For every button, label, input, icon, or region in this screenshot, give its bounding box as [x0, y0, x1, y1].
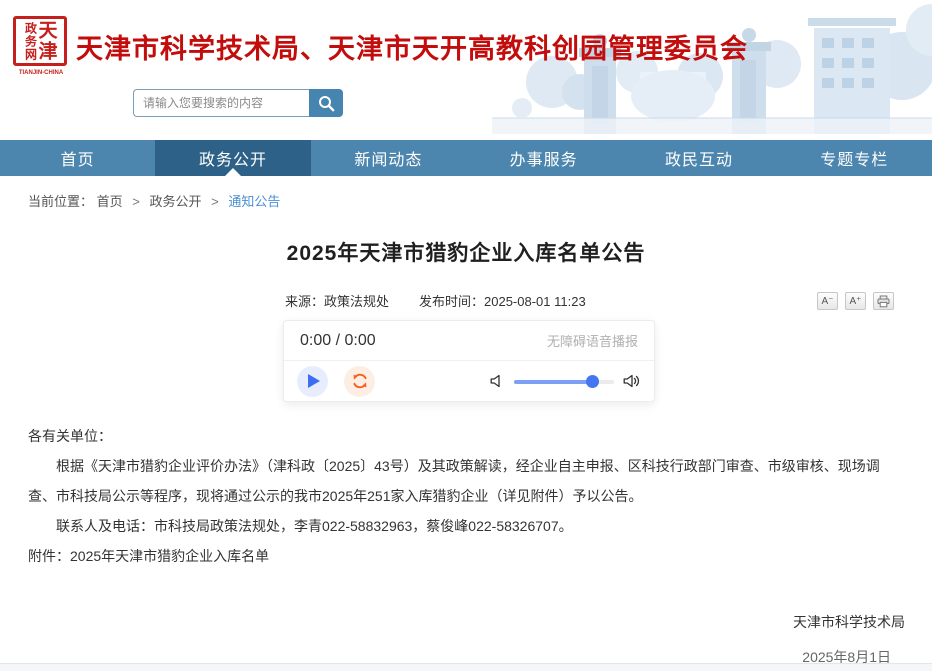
replay-button[interactable]: [344, 365, 375, 397]
article-publish-time: 发布时间：2025-08-01 11:23: [419, 294, 586, 309]
search-button[interactable]: [309, 89, 343, 117]
breadcrumb-separator: >: [211, 194, 219, 209]
article-signature: 天津市科学技术局: [793, 614, 905, 630]
page: 天津 政务网 TIANJIN-CHINA 天津市科学技术局、天津市天开高教科创园…: [0, 0, 932, 671]
nav-item-services[interactable]: 办事服务: [466, 140, 621, 176]
nav-item-home[interactable]: 首页: [0, 140, 155, 176]
search-icon: [318, 95, 334, 111]
footer-strip: [0, 663, 932, 671]
seal-caption: TIANJIN-CHINA: [18, 70, 64, 76]
seal-text-left: 政务网: [23, 21, 38, 61]
accessibility-audio-player: 0:00 / 0:00 无障碍语音播报: [283, 320, 655, 402]
player-time-display: 0:00 / 0:00: [300, 331, 376, 349]
article-paragraph: 根据《天津市猎豹企业评价办法》（津科政〔2025〕43号）及其政策解读，经企业自…: [28, 458, 880, 504]
site-seal-logo: 天津 政务网: [13, 16, 67, 66]
article-meta: 来源：政策法规处 发布时间：2025-08-01 11:23: [285, 291, 586, 310]
breadcrumb-home[interactable]: 首页: [97, 194, 123, 209]
article-paragraph: 联系人及电话：市科技局政策法规处，李青022-58832963，蔡俊峰022-5…: [28, 518, 573, 534]
volume-thumb[interactable]: [586, 374, 599, 388]
breadcrumb-label: 当前位置：: [28, 194, 94, 209]
print-button[interactable]: [873, 292, 894, 310]
breadcrumb-separator: >: [132, 194, 140, 209]
breadcrumb-notices[interactable]: 通知公告: [228, 194, 280, 209]
font-increase-button[interactable]: A⁺: [845, 292, 866, 310]
breadcrumb-gov-affairs[interactable]: 政务公开: [150, 194, 202, 209]
article-title: 2025年天津市猎豹企业入库名单公告: [286, 242, 646, 265]
nav-item-gov-affairs[interactable]: 政务公开: [155, 140, 311, 176]
font-decrease-button[interactable]: A⁻: [817, 292, 838, 310]
nav-item-special-topics[interactable]: 专题专栏: [777, 140, 932, 176]
attachment-line: 附件：2025年天津市猎豹企业入库名单: [28, 541, 904, 571]
player-header: 0:00 / 0:00 无障碍语音播报: [284, 321, 654, 361]
article-paragraph: 各有关单位：: [28, 428, 112, 444]
play-icon: [308, 374, 320, 388]
volume-fill: [514, 379, 592, 384]
article-source: 来源：政策法规处: [285, 294, 390, 309]
replay-icon: [352, 373, 367, 389]
main-nav: 首页 政务公开 新闻动态 办事服务 政民互动 专题专栏: [0, 140, 932, 176]
nav-item-interaction[interactable]: 政民互动: [621, 140, 776, 176]
volume-slider[interactable]: [514, 374, 614, 388]
volume-loud-icon[interactable]: [623, 373, 641, 389]
play-button[interactable]: [297, 365, 328, 397]
volume-low-icon[interactable]: [489, 373, 505, 389]
search-bar: [133, 89, 343, 117]
attachment-label: 附件：: [28, 548, 70, 564]
article-tools: A⁻ A⁺: [817, 292, 894, 310]
site-title: 天津市科学技术局、天津市天开高教科创园管理委员会: [76, 34, 748, 64]
attachment-link[interactable]: 2025年天津市猎豹企业入库名单: [70, 548, 269, 564]
article-body: 各有关单位： 根据《天津市猎豹企业评价办法》（津科政〔2025〕43号）及其政策…: [28, 421, 904, 571]
volume-controls: [489, 373, 641, 389]
player-caption: 无障碍语音播报: [546, 334, 638, 349]
printer-icon: [877, 295, 890, 307]
seal-text-right: 天津: [35, 20, 57, 62]
campus-gate-artwork: [492, 4, 932, 134]
nav-item-news[interactable]: 新闻动态: [311, 140, 466, 176]
breadcrumb: 当前位置： 首页 > 政务公开 > 通知公告: [28, 191, 280, 210]
search-input[interactable]: [133, 89, 309, 117]
header: 天津 政务网 TIANJIN-CHINA 天津市科学技术局、天津市天开高教科创园…: [0, 0, 932, 140]
player-controls: [284, 361, 654, 401]
